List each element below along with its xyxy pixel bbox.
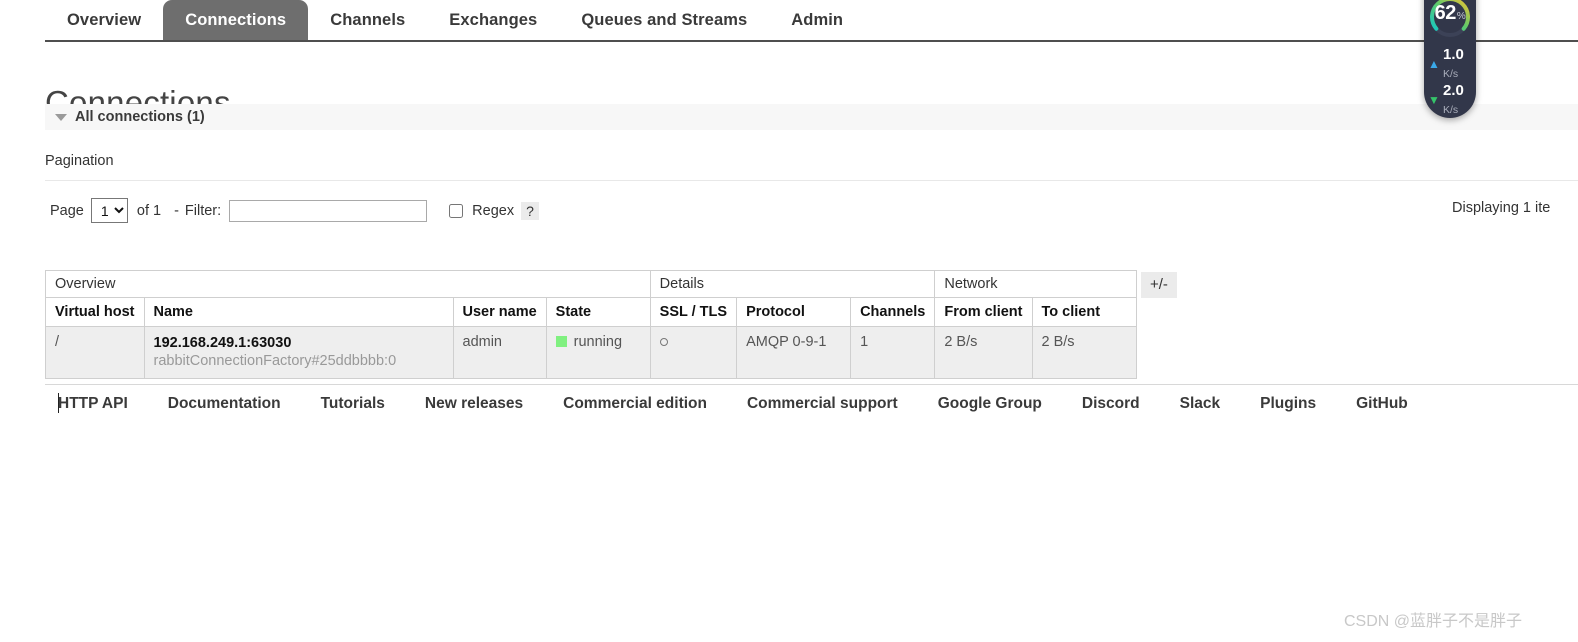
nav-tab-label: Connections	[185, 10, 287, 29]
table-group-header-row: Overview Details Network	[45, 270, 1137, 298]
nav-tab-connections[interactable]: Connections	[163, 0, 309, 40]
nav-tab-list: Overview Connections Channels Exchanges …	[45, 0, 865, 40]
nav-tab-channels[interactable]: Channels	[308, 0, 427, 40]
displaying-items-count: Displaying 1 ite	[1452, 200, 1551, 216]
nav-tab-label: Overview	[67, 10, 142, 29]
cell-name[interactable]: 192.168.249.1:63030 rabbitConnectionFact…	[143, 325, 454, 380]
regex-label: Regex	[472, 202, 515, 219]
page-label: Page	[50, 202, 84, 219]
column-header-state[interactable]: State	[545, 297, 651, 327]
cell-channels: 1	[850, 325, 936, 380]
cpu-usage-unit: %	[1456, 11, 1466, 22]
system-monitor-widget[interactable]: 62% ▲ 1.0 K/s ▼ 2.0 K/s	[1424, 0, 1476, 118]
arrow-down-icon: ▼	[1428, 93, 1440, 107]
footer-link-commercial-support[interactable]: Commercial support	[747, 395, 898, 413]
footer-link-commercial-edition[interactable]: Commercial edition	[563, 395, 707, 413]
cpu-usage-value: 62%	[1424, 2, 1476, 25]
cell-user-name: admin	[452, 325, 547, 380]
table-column-header-row: Virtual host Name User name State SSL / …	[45, 297, 1137, 327]
cell-state: running	[545, 325, 651, 380]
filter-separator: -	[174, 202, 179, 219]
table-row[interactable]: / 192.168.249.1:63030 rabbitConnectionFa…	[45, 325, 1137, 380]
column-header-user-name[interactable]: User name	[452, 297, 547, 327]
nav-tab-queues-and-streams[interactable]: Queues and Streams	[559, 0, 769, 40]
column-header-from-client[interactable]: From client	[934, 297, 1033, 327]
cpu-gauge: 62%	[1424, 0, 1476, 46]
footer-link-http-api[interactable]: HTTP API	[58, 395, 128, 413]
cell-to-client: 2 B/s	[1031, 325, 1137, 380]
nav-tab-exchanges[interactable]: Exchanges	[427, 0, 559, 40]
column-header-ssl-tls[interactable]: SSL / TLS	[649, 297, 738, 327]
top-navigation-bar: Overview Connections Channels Exchanges …	[0, 0, 1578, 41]
state-text: running	[573, 334, 623, 350]
cell-protocol: AMQP 0-9-1	[736, 325, 852, 380]
regex-help-icon[interactable]: ?	[521, 201, 539, 220]
connection-name-link[interactable]: 192.168.249.1:63030	[154, 334, 444, 352]
footer-link-new-releases[interactable]: New releases	[425, 395, 523, 413]
footer-link-google-group[interactable]: Google Group	[938, 395, 1042, 413]
regex-checkbox[interactable]	[449, 203, 464, 218]
page-total-label: of 1	[136, 202, 162, 219]
watermark-text: CSDN @蓝胖子不是胖子	[1344, 613, 1523, 630]
upload-value: 1.0	[1443, 46, 1464, 63]
pagination-controls: Page 1 of 1 - Filter: Regex ?	[50, 198, 539, 223]
nav-tab-label: Channels	[330, 10, 406, 29]
footer-link-tutorials[interactable]: Tutorials	[321, 395, 385, 413]
footer-link-documentation[interactable]: Documentation	[168, 395, 281, 413]
column-header-virtual-host[interactable]: Virtual host	[45, 297, 145, 327]
footer-link-github[interactable]: GitHub	[1356, 395, 1408, 413]
column-header-to-client[interactable]: To client	[1031, 297, 1137, 327]
footer-divider	[45, 384, 1578, 385]
group-header-details: Details	[649, 270, 936, 298]
cell-ssl-tls	[649, 325, 738, 380]
download-value: 2.0	[1443, 82, 1464, 99]
all-connections-label: All connections (1)	[75, 109, 205, 125]
nav-tab-label: Admin	[791, 10, 844, 29]
footer-link-plugins[interactable]: Plugins	[1260, 395, 1316, 413]
filter-input[interactable]	[229, 199, 428, 222]
status-badge	[555, 336, 567, 347]
column-header-channels[interactable]: Channels	[850, 297, 936, 327]
column-header-name[interactable]: Name	[143, 297, 454, 327]
chevron-down-icon[interactable]	[55, 113, 67, 121]
group-header-network: Network	[934, 270, 1137, 298]
cell-virtual-host: /	[45, 325, 145, 380]
connection-client-id: rabbitConnectionFactory#25ddbbbb:0	[153, 353, 397, 370]
download-unit: K/s	[1443, 104, 1459, 116]
toggle-columns-button[interactable]: +/-	[1141, 272, 1177, 298]
nav-tab-admin[interactable]: Admin	[769, 0, 865, 40]
cell-from-client: 2 B/s	[934, 325, 1033, 380]
cpu-usage-number: 62	[1434, 2, 1457, 24]
circle-icon	[659, 338, 668, 346]
column-header-protocol[interactable]: Protocol	[736, 297, 852, 327]
nav-tab-overview[interactable]: Overview	[45, 0, 163, 40]
upload-unit: K/s	[1443, 68, 1459, 80]
network-download-row: ▼ 2.0 K/s	[1424, 82, 1476, 118]
pagination-divider	[45, 180, 1578, 181]
pagination-heading: Pagination	[45, 153, 114, 169]
footer-link-discord[interactable]: Discord	[1082, 395, 1140, 413]
footer-link-slack[interactable]: Slack	[1180, 395, 1221, 413]
connections-table: Overview Details Network Virtual host Na…	[45, 270, 1137, 380]
page-number-select[interactable]: 1	[90, 198, 128, 223]
network-download-text: 2.0 K/s	[1443, 82, 1464, 118]
nav-tab-label: Queues and Streams	[581, 10, 748, 29]
group-header-overview: Overview	[45, 270, 651, 298]
all-connections-section-header[interactable]: All connections (1)	[45, 104, 1578, 130]
filter-label: Filter:	[184, 202, 222, 219]
nav-underline-divider	[45, 40, 1578, 42]
network-upload-text: 1.0 K/s	[1443, 46, 1464, 82]
network-upload-row: ▲ 1.0 K/s	[1424, 46, 1476, 82]
arrow-up-icon: ▲	[1428, 57, 1440, 71]
nav-tab-label: Exchanges	[449, 10, 538, 29]
footer-link-list: HTTP API Documentation Tutorials New rel…	[58, 395, 1448, 413]
